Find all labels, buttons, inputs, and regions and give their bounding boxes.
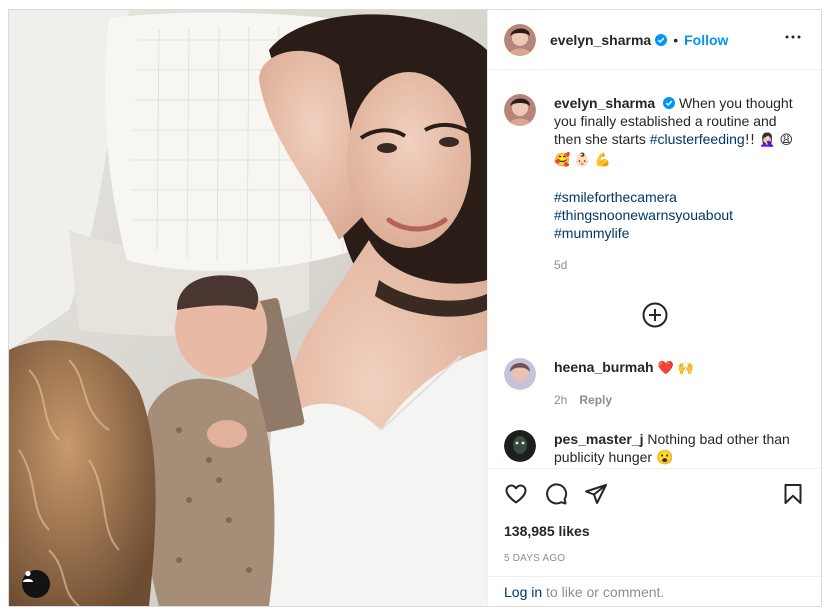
author-username[interactable]: evelyn_sharma (550, 32, 651, 48)
commenter-avatar[interactable] (504, 430, 536, 462)
caption-timestamp: 5d (554, 258, 568, 272)
comment-icon (546, 483, 568, 505)
post-photo[interactable] (9, 10, 487, 606)
login-prompt-text: to like or comment. (542, 584, 665, 600)
login-prompt: Log in to like or comment. (488, 576, 821, 606)
commenter-avatar[interactable] (504, 358, 536, 390)
save-button[interactable] (781, 482, 805, 506)
comment-body: heena_burmah ❤️ 🙌 2h Reply (554, 358, 804, 409)
plus-circle-icon (642, 302, 668, 328)
post-date: 5 DAYS AGO (504, 553, 566, 564)
verified-badge-icon (655, 33, 668, 46)
hashtag-link[interactable]: #thingsnoonewarnsyouabout (554, 206, 804, 224)
post-caption: evelyn_sharma When you thought you final… (504, 94, 804, 274)
avatar-image (504, 430, 536, 462)
author-avatar[interactable] (504, 23, 536, 56)
verified-badge-icon (663, 97, 676, 109)
comment-text: ❤️ 🙌 (657, 361, 694, 376)
bookmark-icon (784, 484, 802, 504)
share-icon (585, 484, 607, 504)
load-more-comments-button[interactable] (642, 302, 668, 328)
comment-timestamp: 2h (554, 393, 568, 407)
avatar-image (504, 94, 536, 126)
hashtag-link[interactable]: #mummylife (554, 224, 804, 242)
login-link[interactable]: Log in (504, 584, 542, 600)
hashtag-link[interactable]: #smileforthecamera (554, 188, 804, 206)
like-button[interactable] (504, 482, 528, 506)
follow-button[interactable]: Follow (684, 32, 728, 48)
commenter-username[interactable]: heena_burmah (554, 359, 654, 375)
user-icon (23, 570, 33, 582)
separator-dot: • (673, 31, 679, 48)
comments-area[interactable]: evelyn_sharma When you thought you final… (488, 70, 821, 468)
comment-button[interactable] (544, 482, 568, 506)
more-options-icon (785, 35, 801, 39)
avatar-image (504, 358, 536, 390)
tagged-users-button[interactable] (22, 570, 50, 598)
comment-item: pes_master_j Nothing bad other than publ… (504, 430, 804, 466)
post-modal: evelyn_sharma • Follow evelyn_sharma Whe… (8, 9, 822, 607)
caption-body: evelyn_sharma When you thought you final… (554, 94, 804, 274)
action-icons (504, 469, 805, 519)
share-button[interactable] (584, 482, 608, 506)
like-count[interactable]: 138,985 likes (504, 523, 805, 539)
post-actions: 138,985 likes 5 DAYS AGO (488, 468, 821, 564)
reply-button[interactable]: Reply (579, 393, 612, 407)
avatar-image (504, 23, 536, 56)
post-sidebar: evelyn_sharma • Follow evelyn_sharma Whe… (487, 10, 821, 606)
photo-illustration (9, 10, 487, 606)
comment-item: heena_burmah ❤️ 🙌 2h Reply (504, 358, 804, 409)
caption-author-username[interactable]: evelyn_sharma (554, 95, 655, 111)
hashtag-link[interactable]: #clusterfeeding (650, 131, 745, 147)
post-header: evelyn_sharma • Follow (488, 10, 821, 70)
caption-author-avatar[interactable] (504, 94, 536, 126)
more-options-button[interactable] (781, 25, 805, 54)
commenter-username[interactable]: pes_master_j (554, 431, 644, 447)
heart-icon (505, 484, 527, 504)
comment-body: pes_master_j Nothing bad other than publ… (554, 430, 804, 466)
comment-meta: 2h Reply (554, 391, 804, 409)
